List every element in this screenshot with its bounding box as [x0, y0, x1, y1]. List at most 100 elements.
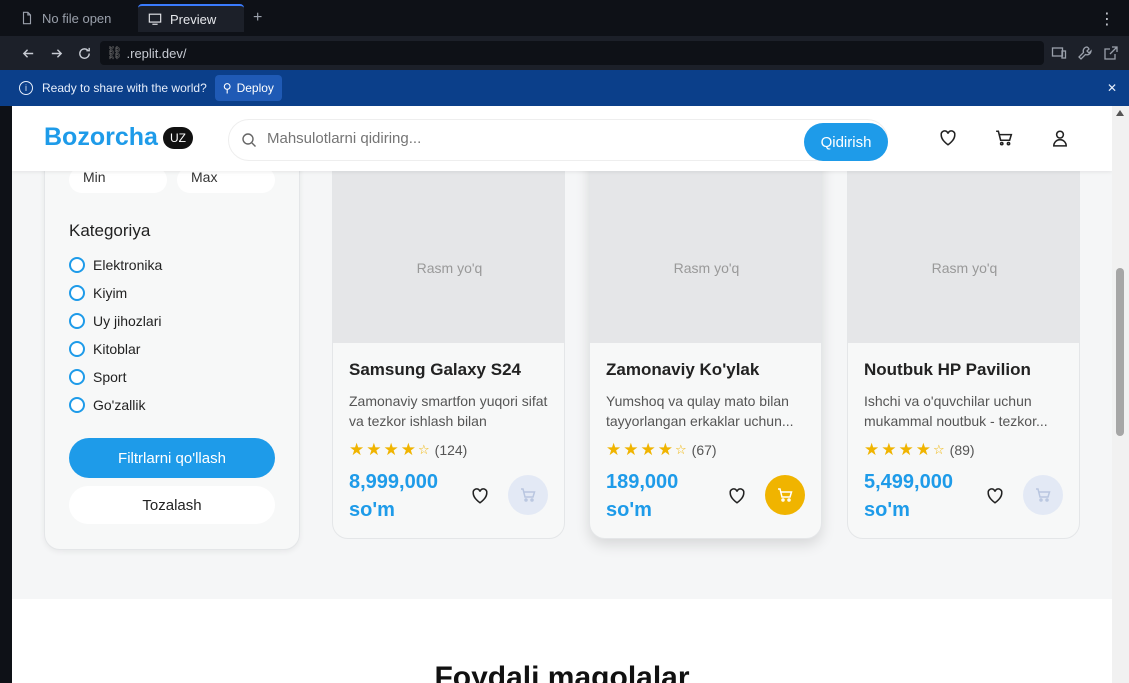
- scrollbar-thumb[interactable]: [1116, 268, 1124, 436]
- product-rating: ★ ★ ★ ★ ☆ (89): [864, 440, 975, 460]
- star-outline-icon: ☆: [418, 442, 430, 457]
- deploy-banner: i Ready to share with the world? ⚲ Deplo…: [0, 70, 1129, 106]
- search-button[interactable]: Qidirish: [804, 123, 888, 161]
- product-title[interactable]: Noutbuk HP Pavilion: [864, 360, 1031, 380]
- star-icon: ★: [383, 440, 399, 459]
- more-menu-icon[interactable]: ⋮: [1099, 9, 1115, 29]
- heart-icon[interactable]: [986, 487, 1004, 505]
- url-field[interactable]: ⛓ .replit.dev/: [100, 41, 1044, 65]
- star-icon: ★: [623, 440, 639, 459]
- product-rating: ★ ★ ★ ★ ☆ (67): [606, 440, 717, 460]
- language-badge[interactable]: UZ: [163, 127, 193, 149]
- product-title[interactable]: Samsung Galaxy S24: [349, 360, 521, 380]
- file-icon: [22, 11, 32, 25]
- back-icon[interactable]: [14, 39, 42, 67]
- deploy-button-label: Deploy: [236, 81, 274, 95]
- star-icon: ★: [366, 440, 382, 459]
- site-header: Bozorcha UZ Qidirish: [12, 106, 1112, 171]
- radio-button[interactable]: [69, 285, 85, 301]
- star-icon: ★: [640, 440, 656, 459]
- tab-no-file[interactable]: No file open: [10, 4, 121, 32]
- category-label: Uy jihozlari: [93, 313, 162, 329]
- browser-tab-bar: No file open Preview + ⋮: [0, 0, 1129, 36]
- close-icon[interactable]: ✕: [1107, 81, 1117, 95]
- wrench-icon[interactable]: [1077, 45, 1093, 61]
- heart-icon[interactable]: [471, 487, 489, 505]
- filter-sidebar: Min Max Kategoriya Elektronika Kiyim Uy …: [44, 136, 300, 550]
- product-rating: ★ ★ ★ ★ ☆ (124): [349, 440, 467, 460]
- external-link-icon[interactable]: [1103, 45, 1119, 61]
- cart-icon: [778, 488, 793, 502]
- reload-icon[interactable]: [70, 39, 98, 67]
- link-icon: ⛓: [106, 45, 123, 60]
- product-image-placeholder: Rasm yo'q: [590, 142, 821, 343]
- product-image-placeholder: Rasm yo'q: [848, 142, 1079, 343]
- star-icon: ★: [400, 440, 416, 459]
- deploy-message: Ready to share with the world?: [42, 81, 207, 95]
- page-viewport: Bozorcha UZ Qidirish Min Max Kategoriya …: [12, 106, 1112, 683]
- user-icon[interactable]: [1051, 129, 1069, 147]
- radio-button[interactable]: [69, 369, 85, 385]
- rating-count: (124): [434, 442, 468, 458]
- star-icon: ★: [898, 440, 914, 459]
- url-bar: ⛓ .replit.dev/: [0, 36, 1129, 70]
- category-option[interactable]: Uy jihozlari: [69, 311, 161, 331]
- add-to-cart-button[interactable]: [1023, 475, 1063, 515]
- heart-icon[interactable]: [939, 129, 957, 147]
- star-icon: ★: [606, 440, 622, 459]
- scrollbar[interactable]: [1112, 106, 1129, 683]
- site-logo[interactable]: Bozorcha: [44, 123, 158, 152]
- category-option[interactable]: Go'zallik: [69, 395, 145, 415]
- deploy-button[interactable]: ⚲ Deploy: [214, 75, 282, 101]
- forward-icon[interactable]: [42, 39, 70, 67]
- add-to-cart-button[interactable]: [765, 475, 805, 515]
- category-option[interactable]: Kiyim: [69, 283, 127, 303]
- star-outline-icon: ☆: [675, 442, 687, 457]
- category-label: Kitoblar: [93, 341, 141, 357]
- star-icon: ★: [915, 440, 931, 459]
- category-option[interactable]: Kitoblar: [69, 339, 140, 359]
- tab-preview[interactable]: Preview: [138, 4, 244, 32]
- heart-icon[interactable]: [728, 487, 746, 505]
- product-card[interactable]: Rasm yo'q Samsung Galaxy S24 Zamonaviy s…: [332, 141, 565, 539]
- tab-label: No file open: [42, 10, 112, 26]
- apply-filters-button[interactable]: Filtrlarni qo'llash: [69, 438, 275, 478]
- search-bar: [228, 119, 888, 161]
- product-description: Yumshoq va qulay mato bilan tayyorlangan…: [606, 393, 794, 429]
- rating-count: (89): [949, 442, 975, 458]
- product-price: 189,000 so'm: [606, 471, 679, 521]
- articles-title: Foydali maqolalar: [434, 661, 690, 683]
- star-icon: ★: [864, 440, 880, 459]
- category-option[interactable]: Elektronika: [69, 255, 162, 275]
- radio-button[interactable]: [69, 341, 85, 357]
- star-outline-icon: ☆: [933, 442, 945, 457]
- star-icon: ★: [349, 440, 365, 459]
- category-title: Kategoriya: [69, 221, 151, 240]
- category-option[interactable]: Sport: [69, 367, 126, 387]
- cart-icon[interactable]: [995, 129, 1013, 147]
- info-icon: i: [19, 81, 33, 95]
- product-image-placeholder: Rasm yo'q: [333, 142, 564, 343]
- cart-icon: [1036, 488, 1051, 502]
- url-text: .replit.dev/: [126, 45, 187, 61]
- category-label: Sport: [93, 369, 127, 385]
- radio-button[interactable]: [69, 257, 85, 273]
- search-input[interactable]: [267, 130, 787, 147]
- product-card[interactable]: Rasm yo'q Zamonaviy Ko'ylak Yumshoq va q…: [589, 141, 822, 539]
- devices-icon[interactable]: [1051, 45, 1067, 61]
- radio-button[interactable]: [69, 313, 85, 329]
- clear-filters-button[interactable]: Tozalash: [69, 486, 275, 524]
- cart-icon: [521, 488, 536, 502]
- product-title[interactable]: Zamonaviy Ko'ylak: [606, 360, 759, 380]
- star-icon: ★: [881, 440, 897, 459]
- rating-count: (67): [691, 442, 717, 458]
- product-price: 8,999,000 so'm: [349, 471, 438, 521]
- category-label: Kiyim: [93, 285, 128, 301]
- new-tab-icon[interactable]: +: [253, 9, 262, 27]
- radio-button[interactable]: [69, 397, 85, 413]
- monitor-icon: [148, 13, 162, 25]
- scroll-up-icon[interactable]: [1116, 110, 1124, 116]
- add-to-cart-button[interactable]: [508, 475, 548, 515]
- star-icon: ★: [657, 440, 673, 459]
- product-card[interactable]: Rasm yo'q Noutbuk HP Pavilion Ishchi va …: [847, 141, 1080, 539]
